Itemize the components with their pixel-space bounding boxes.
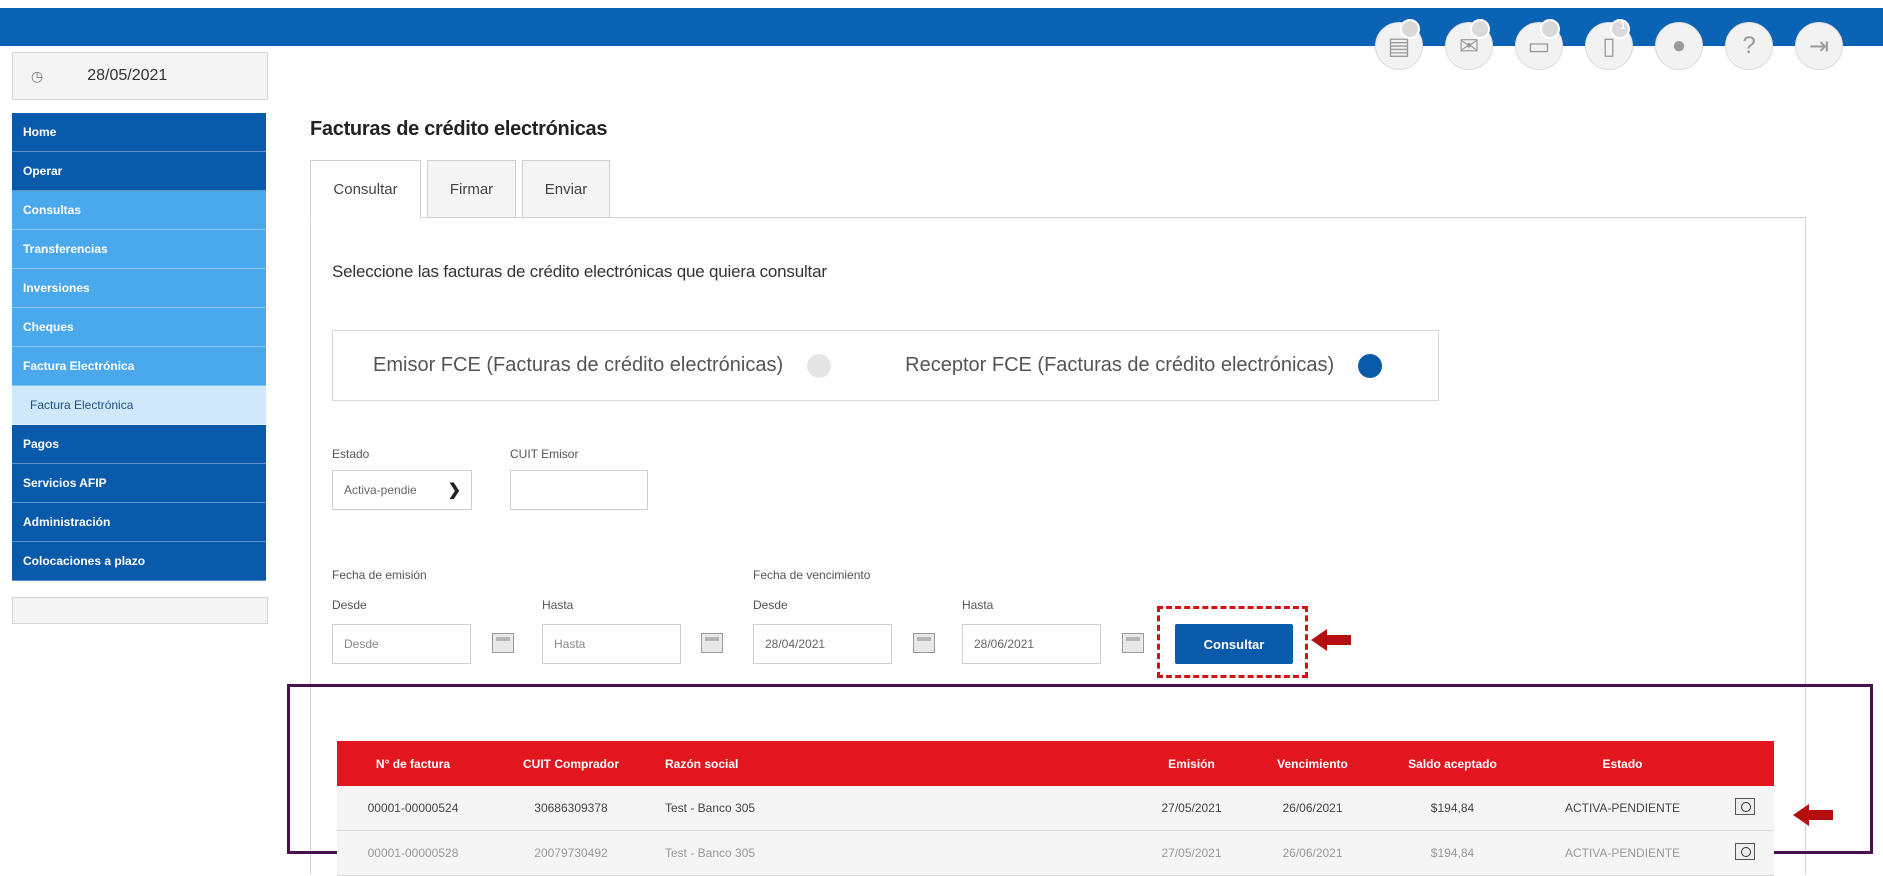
- view-icon[interactable]: [1734, 843, 1755, 860]
- cell-razon-social: Test - Banco 305: [665, 846, 756, 860]
- vencimiento-hasta-input[interactable]: 28/06/2021: [962, 624, 1101, 664]
- sidebar-item-pagos[interactable]: Pagos: [12, 425, 266, 464]
- sidebar-item-home[interactable]: Home: [12, 113, 266, 152]
- fce-role-selector: Emisor FCE (Facturas de crédito electrón…: [332, 330, 1439, 401]
- results-table: N° de factura CUIT Comprador Razón socia…: [337, 741, 1774, 876]
- sidebar-item-transferencias[interactable]: Transferencias: [12, 230, 266, 269]
- cuit-emisor-input[interactable]: [510, 470, 648, 510]
- cell-cuit: 20079730492: [534, 846, 608, 860]
- vencimiento-hasta-label: Hasta: [962, 598, 994, 612]
- consultar-button[interactable]: Consultar: [1175, 624, 1293, 664]
- current-date: 28/05/2021: [87, 67, 168, 84]
- sidebar-item-administracion[interactable]: Administración: [12, 503, 266, 542]
- header-icons: ▤ ✉ ▭ ▯ 1 ● ? ⇥: [1375, 19, 1843, 70]
- column-header: Emisión: [1168, 756, 1215, 771]
- cell-estado: ACTIVA-PENDIENTE: [1564, 801, 1681, 815]
- sidebar-item-inversiones[interactable]: Inversiones: [12, 269, 266, 308]
- sidebar-item-colocaciones[interactable]: Colocaciones a plazo: [12, 542, 266, 581]
- column-header: Razón social: [665, 756, 739, 771]
- instruction-text: Seleccione las facturas de crédito elect…: [332, 262, 827, 281]
- column-header: Vencimiento: [1277, 756, 1348, 771]
- vencimiento-desde-label: Desde: [753, 598, 788, 612]
- table-header-row: N° de factura CUIT Comprador Razón socia…: [337, 741, 1774, 786]
- calendar-icon[interactable]: [492, 633, 514, 653]
- column-header: Estado: [1602, 756, 1643, 771]
- table-row[interactable]: 00001-00000524 30686309378 Test - Banco …: [337, 786, 1774, 831]
- tab-enviar[interactable]: Enviar: [522, 160, 610, 218]
- tab-firmar[interactable]: Firmar: [427, 160, 516, 218]
- sidebar-item-factura-electronica[interactable]: Factura Electrónica: [12, 347, 266, 386]
- fecha-vencimiento-label: Fecha de vencimiento: [753, 568, 871, 582]
- fecha-emision-label: Fecha de emisión: [332, 568, 427, 582]
- notification-badge: 1: [1619, 20, 1626, 32]
- emision-desde-input[interactable]: Desde: [332, 624, 471, 664]
- cell-saldo: $194,84: [1430, 801, 1475, 815]
- radio-emisor-label: Emisor FCE (Facturas de crédito electrón…: [373, 354, 784, 376]
- radio-emisor-button[interactable]: [807, 353, 832, 378]
- cuit-emisor-label: CUIT Emisor: [510, 447, 579, 461]
- calendar-icon[interactable]: [701, 633, 723, 653]
- date-display: ◷ 28/05/2021: [12, 52, 268, 100]
- chevron-down-icon: ❯: [447, 482, 461, 499]
- cell-razon-social: Test - Banco 305: [665, 801, 756, 815]
- emision-hasta-label: Hasta: [542, 598, 574, 612]
- clock-icon: ◷: [31, 67, 44, 84]
- sidebar-subitem-factura-electronica[interactable]: Factura Electrónica: [12, 386, 266, 425]
- logout-icon[interactable]: ⇥: [1795, 22, 1843, 70]
- cell-saldo: $194,84: [1430, 846, 1475, 860]
- sidebar-item-servicios-afip[interactable]: Servicios AFIP: [12, 464, 266, 503]
- calendar-icon[interactable]: [1122, 633, 1144, 653]
- arrow-pointer-icon: [1793, 804, 1833, 826]
- estado-select[interactable]: Activa-pendie ❯: [332, 470, 472, 510]
- radio-emisor[interactable]: Emisor FCE (Facturas de crédito electrón…: [373, 353, 832, 378]
- arrow-pointer-icon: [1311, 629, 1351, 651]
- sidebar-item-operar[interactable]: Operar: [12, 152, 266, 191]
- estado-label: Estado: [332, 447, 370, 461]
- page-title: Facturas de crédito electrónicas: [310, 118, 608, 140]
- view-action: [1715, 843, 1774, 863]
- help-icon[interactable]: ?: [1725, 22, 1773, 70]
- column-header: CUIT Comprador: [523, 756, 619, 771]
- notification-dot: [1540, 19, 1560, 39]
- estado-selected-value: Activa-pendie: [344, 483, 417, 497]
- cell-cuit: 30686309378: [534, 801, 608, 815]
- user-icon[interactable]: ●: [1655, 22, 1703, 70]
- cell-emision: 27/05/2021: [1161, 801, 1222, 815]
- cell-factura: 00001-00000524: [367, 801, 459, 815]
- calendar-icon[interactable]: [913, 633, 935, 653]
- tab-consultar[interactable]: Consultar: [310, 160, 421, 219]
- sidebar-menu: Home Operar Consultas Transferencias Inv…: [12, 113, 266, 581]
- column-header: Saldo aceptado: [1408, 756, 1497, 771]
- mail-icon[interactable]: ✉: [1445, 19, 1493, 70]
- tab-bar: Consultar Firmar Enviar: [310, 160, 610, 219]
- cell-vencimiento: 26/06/2021: [1282, 846, 1343, 860]
- vencimiento-desde-input[interactable]: 28/04/2021: [753, 624, 892, 664]
- token-icon[interactable]: ▯ 1: [1585, 19, 1633, 70]
- emision-desde-label: Desde: [332, 598, 367, 612]
- cell-emision: 27/05/2021: [1161, 846, 1222, 860]
- card-icon[interactable]: ▭: [1515, 19, 1563, 70]
- document-icon[interactable]: ▤: [1375, 19, 1423, 70]
- view-action: [1715, 798, 1774, 818]
- emision-hasta-input[interactable]: Hasta: [542, 624, 681, 664]
- radio-receptor[interactable]: Receptor FCE (Facturas de crédito electr…: [905, 353, 1383, 378]
- notification-dot: [1400, 19, 1420, 39]
- view-icon[interactable]: [1734, 798, 1755, 815]
- sidebar-footer-box: [12, 597, 268, 624]
- sidebar-item-consultas[interactable]: Consultas: [12, 191, 266, 230]
- column-header: N° de factura: [375, 756, 451, 771]
- sidebar-item-cheques[interactable]: Cheques: [12, 308, 266, 347]
- table-row[interactable]: 00001-00000528 20079730492 Test - Banco …: [337, 831, 1774, 876]
- notification-dot: [1470, 19, 1490, 39]
- radio-receptor-label: Receptor FCE (Facturas de crédito electr…: [905, 354, 1335, 376]
- radio-receptor-button[interactable]: [1358, 353, 1383, 378]
- cell-vencimiento: 26/06/2021: [1282, 801, 1343, 815]
- cell-factura: 00001-00000528: [367, 846, 459, 860]
- cell-estado: ACTIVA-PENDIENTE: [1564, 846, 1681, 860]
